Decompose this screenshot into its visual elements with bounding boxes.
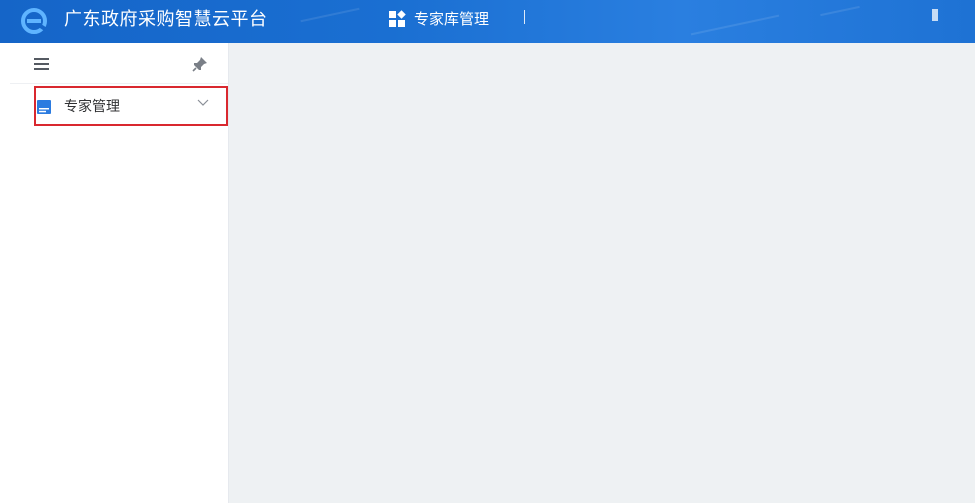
sidebar-toolbar [10,43,228,84]
module-label: 专家库管理 [414,10,490,28]
header-divider [524,10,525,24]
decor-streak [690,14,780,36]
hamburger-icon[interactable] [34,58,49,71]
top-navigation-bar: 广东政府采购智慧云平台 专家库管理 [0,0,975,43]
decor-streak [300,7,360,23]
main-content-area [229,43,975,503]
chevron-down-icon[interactable] [197,97,209,107]
decor-mark [932,9,938,21]
pin-icon[interactable] [191,55,209,73]
app-title: 广东政府采购智慧云平台 [64,9,268,30]
sidebar-item-label: 专家管理 [64,99,120,115]
sidebar-item-expert-management[interactable]: 专家管理 [34,86,228,126]
module-expert-library[interactable]: 专家库管理 [388,8,489,30]
grid-apps-icon [389,10,406,27]
decor-streak [820,5,860,17]
expert-card-icon [37,100,51,114]
e-logo-icon[interactable] [20,8,48,34]
